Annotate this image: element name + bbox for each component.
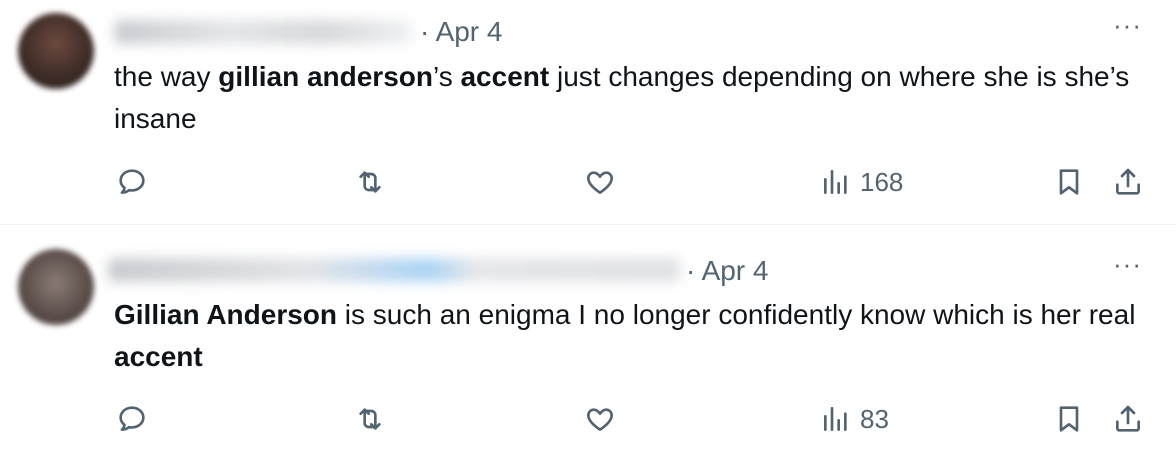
- retweet-icon: [359, 408, 381, 430]
- author-name-redacted[interactable]: [108, 258, 680, 282]
- reply-icon: [119, 406, 145, 431]
- views-count: 83: [860, 403, 889, 434]
- reply-icon: [119, 169, 145, 194]
- share-icon: [1116, 168, 1140, 195]
- like-icon: [587, 171, 613, 194]
- author-name-redacted[interactable]: [114, 20, 410, 44]
- like-button[interactable]: [584, 397, 616, 441]
- tweet-1[interactable]: · Apr 4 ··· the way gillian anderson’s a…: [0, 0, 1176, 225]
- views-icon: [824, 407, 847, 431]
- reply-button[interactable]: [116, 160, 148, 204]
- more-options-icon[interactable]: ···: [1113, 251, 1142, 277]
- avatar[interactable]: [18, 249, 94, 325]
- bookmark-icon: [1059, 169, 1079, 195]
- action-bar: 83: [0, 397, 1176, 441]
- tweet-text-part: accent: [460, 61, 550, 92]
- avatar[interactable]: [18, 13, 94, 89]
- views-button[interactable]: 168: [820, 160, 903, 204]
- views-button[interactable]: 83: [820, 397, 889, 441]
- share-button[interactable]: [1112, 397, 1144, 441]
- bookmark-button[interactable]: [1053, 160, 1085, 204]
- like-icon: [587, 408, 613, 431]
- tweet-text-part: gillian anderson: [218, 61, 433, 92]
- tweet-date[interactable]: Apr 4: [436, 16, 503, 47]
- tweet-date[interactable]: Apr 4: [702, 255, 769, 286]
- views-icon: [824, 170, 847, 194]
- retweet-icon: [359, 171, 381, 193]
- meta-separator: ·: [686, 255, 696, 286]
- share-icon: [1116, 405, 1140, 432]
- tweet-2[interactable]: · Apr 4 ··· Gillian Anderson is such an …: [0, 225, 1176, 458]
- tweet-text-part: is such an enigma I no longer confidentl…: [337, 299, 1136, 330]
- action-bar: 168: [0, 160, 1176, 204]
- views-count: 168: [860, 166, 904, 197]
- tweet-text-part: the way: [114, 61, 219, 92]
- tweet-meta: · Apr 4: [686, 255, 769, 287]
- tweet-text: Gillian Anderson is such an enigma I no …: [114, 294, 1154, 378]
- bookmark-button[interactable]: [1053, 397, 1085, 441]
- like-button[interactable]: [584, 160, 616, 204]
- tweet-text-part: ’s: [432, 61, 461, 92]
- bookmark-icon: [1059, 406, 1079, 432]
- tweet-text-part: accent: [114, 341, 203, 372]
- tweet-text: the way gillian anderson’s accent just c…: [114, 56, 1154, 140]
- meta-separator: ·: [420, 16, 430, 47]
- reply-button[interactable]: [116, 397, 148, 441]
- tweet-text-part: Gillian Anderson: [114, 299, 337, 330]
- retweet-button[interactable]: [354, 160, 386, 204]
- tweet-meta: · Apr 4: [420, 16, 503, 48]
- share-button[interactable]: [1112, 160, 1144, 204]
- retweet-button[interactable]: [354, 397, 386, 441]
- more-options-icon[interactable]: ···: [1113, 12, 1142, 38]
